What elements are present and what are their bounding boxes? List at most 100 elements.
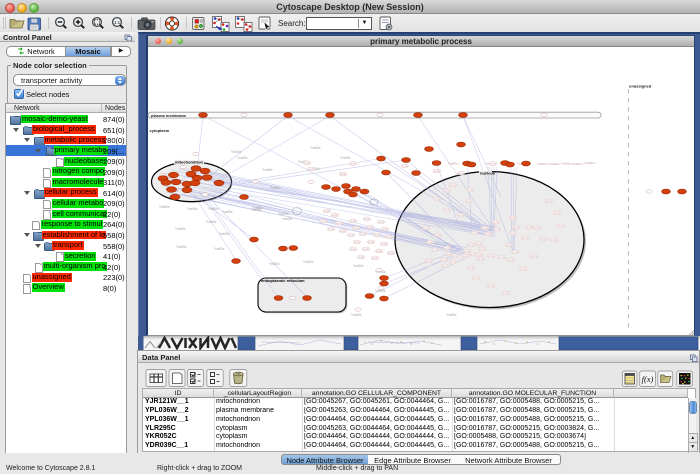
svg-text:xx-0x: xx-0x [423,227,430,230]
svg-text:xx-0x: xx-0x [442,265,449,268]
svg-text:xx-0x: xx-0x [513,226,520,229]
svg-text:Yxx00x: Yxx00x [351,313,362,317]
svg-text:Yxx00x.x: Yxx00x.x [448,162,460,166]
svg-text:xx-0x: xx-0x [558,225,565,228]
svg-text:Yxx00x: Yxx00x [176,245,187,249]
svg-text:xx-0x: xx-0x [348,234,355,237]
svg-text:xx-0x: xx-0x [368,241,375,244]
svg-text:xx-0x: xx-0x [450,261,457,264]
svg-text:xx-0x: xx-0x [541,238,548,241]
svg-text:xx-0x: xx-0x [468,267,475,270]
svg-text:xx-0x: xx-0x [432,249,439,252]
svg-text:xx-0x: xx-0x [372,257,379,260]
svg-text:Yxx00x: Yxx00x [270,186,281,190]
svg-text:Yxx00x: Yxx00x [231,150,242,154]
svg-text:Yxx00x: Yxx00x [159,205,170,209]
svg-text:xx-0x: xx-0x [468,244,475,247]
svg-text:xx-0x: xx-0x [485,233,492,236]
svg-text:xx-0x: xx-0x [444,247,451,250]
svg-text:xx-0x: xx-0x [381,243,388,246]
svg-text:xx-0x: xx-0x [378,221,385,224]
svg-text:xx-0x: xx-0x [508,259,515,262]
svg-text:xx-0x: xx-0x [478,258,485,261]
svg-text:xx-0x: xx-0x [482,227,489,230]
svg-text:xx-0x: xx-0x [354,241,361,244]
svg-text:Yxx00x: Yxx00x [310,146,321,150]
svg-text:mitochondrion: mitochondrion [175,160,204,165]
svg-text:xx-0x: xx-0x [444,209,451,212]
svg-text:xx-0x: xx-0x [522,237,529,240]
svg-text:xx-0x: xx-0x [376,250,383,253]
svg-text:nucleus: nucleus [480,170,496,175]
svg-text:xx-0x: xx-0x [308,168,315,171]
svg-text:Yxx00x: Yxx00x [353,264,364,268]
svg-text:xx-0x: xx-0x [479,248,486,251]
svg-text:xx-0x: xx-0x [446,253,453,256]
svg-text:endoplasmic reticulum: endoplasmic reticulum [261,278,305,283]
svg-text:xx-0x: xx-0x [388,252,395,255]
svg-text:xx-0x: xx-0x [466,200,473,203]
svg-text:Yxx00x: Yxx00x [303,260,314,264]
svg-text:xx-0x: xx-0x [473,277,480,280]
svg-text:xx-0x: xx-0x [506,244,513,247]
svg-text:Yxx00x: Yxx00x [282,217,293,221]
svg-text:xx-0x: xx-0x [476,243,483,246]
svg-text:xx-0x: xx-0x [304,162,311,165]
svg-text:xx-0x: xx-0x [476,254,483,257]
svg-text:xx-0x: xx-0x [534,227,541,230]
svg-text:xx-0x: xx-0x [435,234,442,237]
svg-text:xx-0x: xx-0x [493,221,500,224]
svg-text:xx-0x: xx-0x [488,285,495,288]
svg-text:xx-0x: xx-0x [499,256,506,259]
svg-text:xx-0x: xx-0x [434,170,441,173]
svg-text:xx-0x: xx-0x [503,292,510,295]
svg-text:Yxx00x: Yxx00x [219,232,230,236]
svg-text:xx-0x: xx-0x [340,173,347,176]
svg-text:Yxx00x: Yxx00x [237,156,248,160]
svg-text:Yxx00x: Yxx00x [175,227,186,231]
svg-text:xx-0x: xx-0x [512,251,519,254]
svg-text:xx-0x: xx-0x [520,268,527,271]
svg-text:Yxx00x: Yxx00x [251,208,262,212]
svg-text:xx-0x: xx-0x [531,255,538,258]
svg-text:Yxx00x: Yxx00x [222,210,233,214]
svg-text:xx-0x: xx-0x [382,228,389,231]
svg-text:xx-0x: xx-0x [488,255,495,258]
svg-text:Yxx00x: Yxx00x [446,313,457,317]
svg-text:Yxx00x: Yxx00x [208,207,219,211]
svg-text:xx-0x: xx-0x [434,198,441,201]
svg-text:xx-0x: xx-0x [353,227,360,230]
svg-text:xx-0x: xx-0x [363,248,370,251]
svg-text:xx-0x: xx-0x [358,256,365,259]
svg-text:xx-0x: xx-0x [350,220,357,223]
svg-text:xx-0x: xx-0x [458,172,465,175]
svg-text:xx-0x: xx-0x [350,248,357,251]
svg-text:xx-0x: xx-0x [444,190,451,193]
svg-text:xx-0x: xx-0x [364,218,371,221]
svg-text:xx-0x: xx-0x [450,184,457,187]
svg-text:Yxx00x.x: Yxx00x.x [549,162,561,166]
svg-text:Yxx00x: Yxx00x [214,247,225,251]
svg-text:xx-0x: xx-0x [402,165,409,168]
svg-text:xx-0x: xx-0x [426,260,433,263]
svg-text:xx-0x: xx-0x [471,232,478,235]
svg-text:f(x): f(x) [642,374,654,384]
svg-text:Yxx00x: Yxx00x [278,212,289,216]
svg-text:xx-0x: xx-0x [386,236,393,239]
svg-text:xx-0x: xx-0x [360,233,367,236]
svg-text:Yxx00x.x: Yxx00x.x [572,162,584,166]
svg-text:xx-0x: xx-0x [467,189,474,192]
svg-text:xx-0x: xx-0x [320,220,327,223]
svg-text:xx-0x: xx-0x [374,234,381,237]
svg-text:Yxx00x: Yxx00x [187,207,198,211]
svg-text:xx-0x: xx-0x [328,228,335,231]
svg-text:xx-0x: xx-0x [490,163,497,166]
svg-text:unassigned: unassigned [629,84,652,89]
svg-text:1:1: 1:1 [114,20,121,25]
svg-text:Yxx00x: Yxx00x [262,168,273,172]
svg-text:Yxx00x.x: Yxx00x.x [584,161,596,165]
svg-text:xx-0x: xx-0x [546,200,553,203]
svg-text:xx-0x: xx-0x [332,214,339,217]
svg-text:xx-0x: xx-0x [510,217,517,220]
svg-text:xx-0x: xx-0x [463,255,470,258]
